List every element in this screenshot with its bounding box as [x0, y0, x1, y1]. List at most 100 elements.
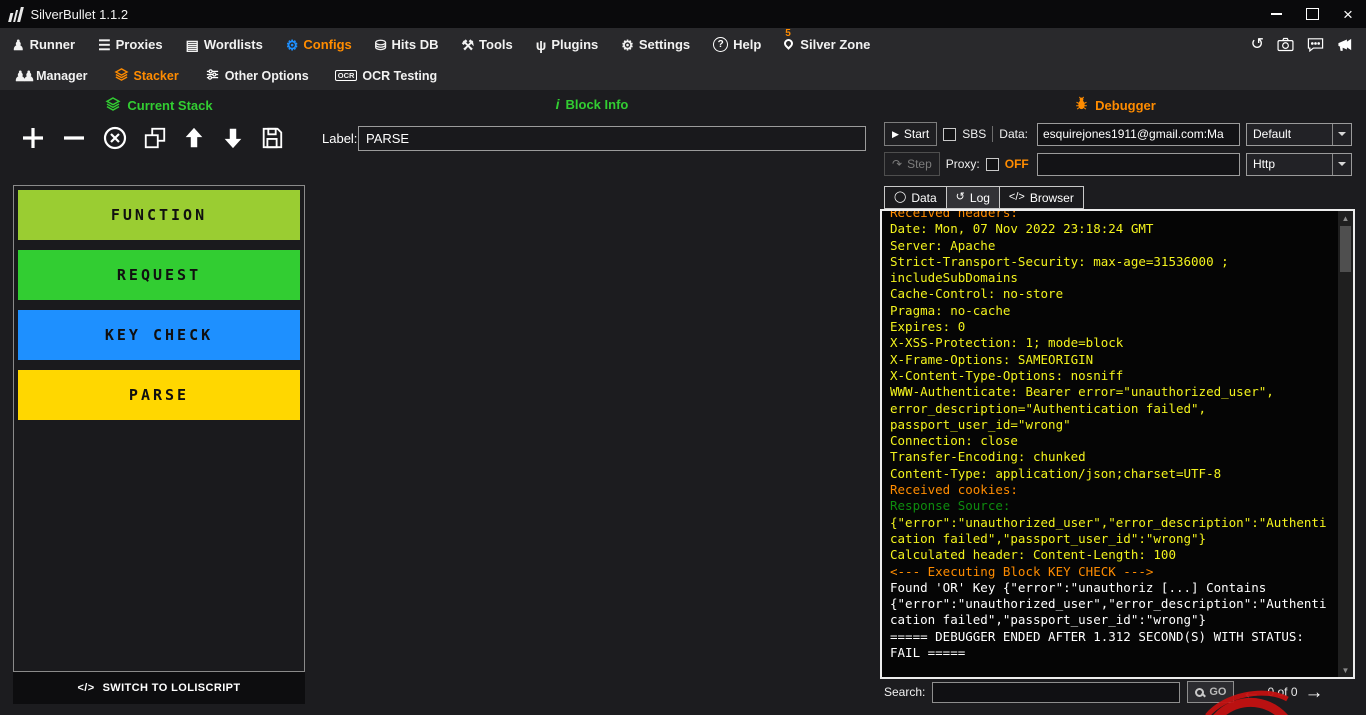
main-menubar: ♟ Runner ☰ Proxies ▤ Wordlists ⚙ Configs… — [0, 28, 1366, 61]
match-counter: 0 of 0 — [1267, 685, 1297, 699]
stack-block-function[interactable]: FUNCTION — [18, 190, 300, 240]
start-button[interactable]: ▶ Start — [884, 122, 937, 146]
search-go-button[interactable]: GO — [1187, 681, 1234, 703]
log-line: Calculated header: Content-Length: 100 — [890, 547, 1331, 563]
menu-label: Manager — [36, 69, 87, 83]
wordlist-type-select[interactable]: Default — [1246, 123, 1352, 146]
scroll-down-icon[interactable]: ▼ — [1342, 663, 1350, 677]
maximize-button[interactable] — [1294, 0, 1330, 28]
stacker-page: Current Stack FUNCTION REQUEST KEY CHECK… — [0, 90, 1366, 715]
tab-log[interactable]: ↺ Log — [946, 186, 1000, 209]
submenu-item-manager[interactable]: ♟♟ Manager — [14, 69, 88, 83]
proxies-icon: ☰ — [98, 38, 111, 52]
scroll-up-icon[interactable]: ▲ — [1342, 211, 1350, 225]
menu-label: Settings — [639, 37, 690, 52]
submenu-item-other-options[interactable]: Other Options — [205, 67, 309, 85]
close-button[interactable]: × — [1330, 0, 1366, 28]
log-line: Received headers: — [890, 209, 1331, 221]
menu-label: Tools — [479, 37, 513, 52]
stack-panel: FUNCTION REQUEST KEY CHECK PARSE — [13, 185, 305, 672]
debugger-controls-row-2: ↷ Step Proxy: OFF Http — [884, 152, 1352, 176]
circle-icon: ◯ — [894, 192, 906, 203]
clear-stack-button[interactable] — [102, 125, 128, 151]
megaphone-icon[interactable] — [1337, 37, 1354, 52]
proxy-checkbox[interactable] — [986, 158, 999, 171]
log-line: Expires: 0 — [890, 319, 1331, 335]
history-icon[interactable]: ↺ — [1251, 37, 1264, 53]
divider — [1332, 154, 1333, 175]
log-line: <--- Executing Block KEY CHECK ---> — [890, 564, 1331, 580]
minimize-button[interactable] — [1258, 0, 1294, 28]
layers-icon — [105, 96, 121, 115]
log-line: Connection: close — [890, 433, 1331, 449]
menu-label: Runner — [30, 37, 76, 52]
log-line: Response Source: — [890, 498, 1331, 514]
menu-item-hits-db[interactable]: ⛁ Hits DB — [375, 37, 439, 52]
switch-to-loliscript-button[interactable]: </> SWITCH TO LOLISCRIPT — [13, 672, 305, 704]
block-label: PARSE — [129, 386, 189, 404]
move-up-button[interactable] — [182, 126, 206, 150]
window-title: SilverBullet 1.1.2 — [31, 7, 129, 22]
move-down-button[interactable] — [221, 126, 245, 150]
sbs-label: SBS — [962, 127, 986, 141]
menu-label: Hits DB — [392, 37, 439, 52]
chat-icon[interactable] — [1307, 37, 1324, 52]
menu-item-settings[interactable]: ⚙ Settings — [621, 37, 690, 52]
menu-item-plugins[interactable]: ψ Plugins — [536, 37, 599, 52]
ocr-icon: OCR — [335, 70, 358, 82]
clone-block-button[interactable] — [143, 126, 167, 150]
log-panel[interactable]: Received headers:Date: Mon, 07 Nov 2022 … — [880, 209, 1355, 679]
menu-item-runner[interactable]: ♟ Runner — [12, 37, 75, 52]
titlebar: SilverBullet 1.1.2 × — [0, 0, 1366, 28]
menu-item-help[interactable]: ? Help — [713, 37, 761, 52]
tools-icon: ⚒ — [461, 38, 474, 52]
stacker-toolbar — [20, 118, 284, 158]
silver-zone-badge: 5 — [785, 28, 791, 39]
sbs-checkbox[interactable] — [943, 128, 956, 141]
scrollbar-thumb[interactable] — [1340, 226, 1351, 272]
stack-block-request[interactable]: REQUEST — [18, 250, 300, 300]
submenu-item-ocr-testing[interactable]: OCR OCR Testing — [335, 69, 437, 83]
chevron-down-icon — [1338, 162, 1346, 170]
step-button[interactable]: ↷ Step — [884, 152, 940, 176]
debugger-tabs: ◯ Data ↺ Log </> Browser — [884, 186, 1083, 209]
menu-item-configs[interactable]: ⚙ Configs — [286, 37, 352, 52]
app-logo-icon — [8, 7, 23, 22]
log-line: ===== DEBUGGER ENDED AFTER 1.312 SECOND(… — [890, 629, 1331, 662]
menu-item-silver-zone[interactable]: 5 Silver Zone — [784, 37, 870, 52]
config-submenu: ♟♟ Manager Stacker Other Options OCR OCR… — [0, 61, 1366, 90]
menu-label: Configs — [303, 37, 351, 52]
menu-label: Proxies — [116, 37, 163, 52]
tab-data[interactable]: ◯ Data — [884, 186, 947, 209]
menu-label: Plugins — [551, 37, 598, 52]
tab-browser[interactable]: </> Browser — [999, 186, 1084, 209]
people-icon: ♟♟ — [14, 69, 31, 83]
camera-icon[interactable] — [1277, 37, 1294, 52]
debugger-controls-row-1: ▶ Start SBS Data: Default — [884, 122, 1352, 146]
add-block-button[interactable] — [20, 125, 46, 151]
proxy-type-select[interactable]: Http — [1246, 153, 1352, 176]
label-caption: Label: — [322, 131, 357, 146]
stack-block-parse[interactable]: PARSE — [18, 370, 300, 420]
remove-block-button[interactable] — [61, 125, 87, 151]
menu-item-proxies[interactable]: ☰ Proxies — [98, 37, 163, 52]
section-title: Current Stack — [127, 98, 212, 113]
menu-item-tools[interactable]: ⚒ Tools — [461, 37, 512, 52]
log-line: X-XSS-Protection: 1; mode=block — [890, 335, 1331, 351]
debug-data-input[interactable] — [1037, 123, 1240, 146]
next-match-button[interactable]: → — [1305, 683, 1324, 702]
save-config-button[interactable] — [260, 126, 284, 150]
menu-item-wordlists[interactable]: ▤ Wordlists — [186, 37, 263, 52]
log-search-input[interactable] — [932, 682, 1180, 703]
log-scrollbar[interactable]: ▲ ▼ — [1338, 211, 1353, 677]
log-line: X-Frame-Options: SAMEORIGIN — [890, 352, 1331, 368]
log-line: Server: Apache — [890, 238, 1331, 254]
wordlist-type-value: Default — [1253, 127, 1291, 141]
proxy-input[interactable] — [1037, 153, 1240, 176]
code-icon: </> — [1009, 192, 1025, 203]
stack-block-key-check[interactable]: KEY CHECK — [18, 310, 300, 360]
block-label-input[interactable] — [358, 126, 866, 151]
submenu-item-stacker[interactable]: Stacker — [114, 67, 179, 85]
topbar-icons: ↺ — [1251, 37, 1354, 53]
prev-match-button[interactable]: ← — [1241, 683, 1260, 702]
